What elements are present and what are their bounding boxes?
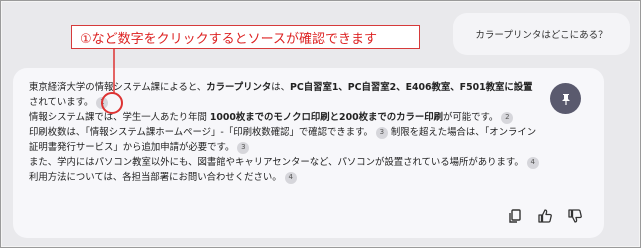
answer-text: 東京経済大学の情報システム課によると、 — [29, 82, 207, 93]
copy-button[interactable] — [507, 208, 523, 224]
answer-text: は、 — [271, 82, 291, 93]
answer-bold-text: カラープリンタ — [206, 82, 272, 93]
pin-button[interactable] — [550, 83, 581, 114]
answer-paragraph-3: 印刷枚数は、「情報システム課ホームページ」-「印刷枚数確認」で確認できます。 3 … — [29, 125, 539, 155]
user-message-text: カラープリンタはどこにある？ — [475, 30, 608, 41]
citation-highlight-circle — [101, 92, 123, 114]
annotation-callout: ①など数字をクリックするとソースが確認できます — [71, 25, 420, 49]
answer-paragraph-5: 利用方法については、各担当部署にお問い合わせください。 4 — [29, 170, 539, 185]
citation-2-button[interactable]: 2 — [501, 111, 514, 124]
citation-4-button[interactable]: 4 — [526, 156, 539, 169]
answer-actions — [507, 208, 583, 224]
like-button[interactable] — [537, 208, 553, 224]
pin-icon — [561, 93, 570, 105]
chat-window: カラープリンタはどこにある？ ①など数字をクリックするとソースが確認できます 東… — [0, 0, 641, 248]
thumbs-down-icon — [568, 209, 582, 223]
answer-paragraph-4: また、学内にはパソコン教室以外にも、図書館やキャリアセンターなど、パソコンが設置… — [29, 155, 539, 170]
answer-bold-text: 1000枚までのモノクロ印刷と200枚までのカラー印刷 — [209, 112, 443, 123]
answer-text: 印刷枚数は、「情報システム課ホームページ」-「印刷枚数確認」で確認できます。 — [29, 127, 373, 138]
thumbs-up-icon — [538, 209, 552, 223]
answer-text: 利用方法については、各担当部署にお問い合わせください。 — [29, 172, 282, 183]
assistant-answer-card: 東京経済大学の情報システム課によると、カラープリンタは、PC自習室1、PC自習室… — [13, 68, 604, 238]
dislike-button[interactable] — [567, 208, 583, 224]
answer-text: が可能です。 — [443, 112, 499, 123]
citation-4-button[interactable]: 4 — [284, 171, 297, 184]
answer-text: 情報システム課では、学生一人あたり年間 — [29, 112, 210, 123]
citation-3-button[interactable]: 3 — [237, 141, 250, 154]
answer-bold-text: PC自習室1、PC自習室2、E406教室、F501教室に設置 — [290, 82, 533, 93]
citation-3-button[interactable]: 3 — [375, 126, 388, 139]
annotation-text: ①など数字をクリックするとソースが確認できます — [80, 31, 378, 47]
answer-text: されています。 — [29, 97, 94, 108]
copy-icon — [509, 209, 521, 223]
user-message-bubble: カラープリンタはどこにある？ — [453, 13, 630, 55]
answer-text: また、学内にはパソコン教室以外にも、図書館やキャリアセンターなど、パソコンが設置… — [29, 157, 524, 168]
